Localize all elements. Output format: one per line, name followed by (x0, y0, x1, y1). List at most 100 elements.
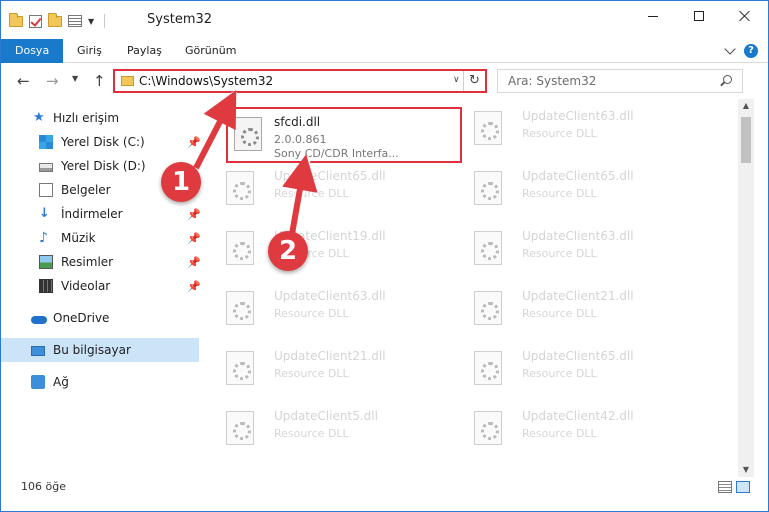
file-type: Resource DLL (522, 127, 597, 140)
file-item[interactable]: UpdateClient63.dll Resource DLL (456, 223, 696, 279)
sidebar-item-label: Videolar (61, 279, 111, 293)
address-dropdown-icon[interactable]: ∨ (453, 75, 460, 85)
sidebar-item-label: Resimler (61, 255, 114, 269)
file-type: Resource DLL (522, 367, 597, 380)
file-type: Resource DLL (522, 247, 597, 260)
refresh-icon[interactable]: ↻ (463, 71, 485, 91)
expand-ribbon-icon[interactable] (724, 43, 736, 55)
sidebar-item-network[interactable]: Ağ (1, 370, 201, 394)
drive-icon (39, 135, 53, 149)
step-2-badge: 2 (268, 231, 308, 271)
pictures-icon (39, 255, 53, 269)
sidebar-item-local-disk-c[interactable]: Yerel Disk (C:) 📌 (1, 130, 201, 154)
pin-icon[interactable]: 📌 (187, 256, 201, 269)
search-box[interactable]: Ara: System32 (497, 69, 743, 93)
dll-file-icon (226, 231, 254, 265)
dll-file-icon (474, 231, 502, 265)
file-item[interactable]: UpdateClient63.dll Resource DLL (456, 103, 696, 159)
recent-locations-icon[interactable]: ▼ (72, 74, 78, 83)
pin-icon[interactable]: 📌 (187, 280, 201, 293)
tab-home[interactable]: Giriş (65, 39, 114, 63)
pin-icon[interactable]: 📌 (187, 208, 201, 221)
cloud-icon (31, 316, 47, 324)
videos-icon (39, 279, 53, 293)
customize-toolbar-icon[interactable]: ▼ (88, 17, 94, 26)
back-arrow-icon[interactable]: ← (17, 72, 30, 90)
file-item[interactable]: UpdateClient65.dll Resource DLL (456, 163, 696, 219)
file-item[interactable]: UpdateClient19.dll Resource DLL (208, 223, 448, 279)
details-view-icon[interactable] (718, 481, 732, 493)
properties-check-icon[interactable] (29, 14, 42, 28)
tab-file[interactable]: Dosya (1, 39, 64, 63)
sidebar-item-downloads[interactable]: ↓ İndirmeler 📌 (1, 202, 201, 226)
folder-icon[interactable] (9, 12, 23, 27)
file-item[interactable]: UpdateClient65.dll Resource DLL (208, 163, 448, 219)
file-type: Resource DLL (274, 427, 349, 440)
sidebar-item-onedrive[interactable]: OneDrive (1, 306, 201, 330)
scroll-thumb[interactable] (741, 117, 751, 163)
status-bar: 106 öğe (1, 477, 768, 499)
sidebar-item-label: İndirmeler (61, 207, 123, 221)
sidebar-item-this-pc[interactable]: Bu bilgisayar (1, 338, 199, 362)
tab-view[interactable]: Görünüm (173, 39, 248, 63)
tiles-view-icon[interactable] (736, 481, 750, 493)
explorer-window: ▼ System32 Dosya Giriş Paylaş Görünüm ? … (0, 0, 769, 512)
dll-file-icon (474, 291, 502, 325)
file-name: UpdateClient21.dll (522, 289, 634, 303)
pin-icon[interactable]: 📌 (187, 232, 201, 245)
file-type: Resource DLL (274, 307, 349, 320)
file-name: UpdateClient65.dll (522, 169, 634, 183)
star-icon: ★ (33, 110, 45, 125)
file-item[interactable]: UpdateClient65.dll Resource DLL (456, 343, 696, 399)
file-item-sfcdi[interactable]: sfcdi.dll 2.0.0.861 Sony CD/CDR Interfa.… (226, 107, 462, 163)
close-button[interactable] (722, 1, 768, 31)
dll-file-icon (226, 351, 254, 385)
address-path[interactable]: C:\Windows\System32 (139, 74, 273, 88)
file-name: UpdateClient42.dll (522, 409, 634, 423)
new-folder-icon[interactable] (48, 12, 62, 27)
sidebar-item-music[interactable]: ♪ Müzik 📌 (1, 226, 201, 250)
maximize-icon (694, 11, 704, 21)
file-item[interactable]: UpdateClient5.dll Resource DLL (208, 403, 448, 459)
dll-file-icon (474, 351, 502, 385)
sidebar-item-label: Yerel Disk (C:) (61, 135, 145, 149)
file-type: Resource DLL (522, 427, 597, 440)
file-version: 2.0.0.861 (274, 133, 327, 146)
scroll-down-icon[interactable]: ▼ (738, 463, 754, 477)
file-item[interactable]: UpdateClient63.dll Resource DLL (208, 283, 448, 339)
close-icon (739, 10, 751, 22)
sidebar-item-label: Yerel Disk (D:) (61, 159, 146, 173)
maximize-button[interactable] (676, 1, 722, 31)
step-1-badge: 1 (161, 162, 201, 202)
search-icon[interactable] (723, 75, 732, 84)
view-options-icon[interactable] (68, 15, 82, 27)
dll-file-icon (226, 411, 254, 445)
file-type: Resource DLL (274, 187, 349, 200)
dll-file-icon (234, 117, 262, 151)
help-icon[interactable]: ? (744, 44, 758, 58)
sidebar-item-label: Müzik (61, 231, 96, 245)
sidebar-item-videos[interactable]: Videolar 📌 (1, 274, 201, 298)
sidebar-item-pictures[interactable]: Resimler 📌 (1, 250, 201, 274)
file-list: sfcdi.dll 2.0.0.861 Sony CD/CDR Interfa.… (208, 99, 738, 477)
tab-share[interactable]: Paylaş (115, 39, 174, 63)
window-controls (630, 1, 768, 31)
file-name: UpdateClient5.dll (274, 409, 378, 423)
file-item[interactable]: UpdateClient21.dll Resource DLL (456, 283, 696, 339)
item-count: 106 öğe (21, 480, 66, 493)
sidebar-item-label: Hızlı erişim (53, 111, 120, 125)
scroll-up-icon[interactable]: ▲ (738, 99, 754, 113)
minimize-button[interactable] (630, 1, 676, 31)
forward-arrow-icon[interactable]: → (46, 72, 59, 90)
file-item[interactable]: UpdateClient21.dll Resource DLL (208, 343, 448, 399)
vertical-scrollbar[interactable]: ▲ ▼ (738, 99, 754, 477)
sidebar-item-quick-access[interactable]: ★ Hızlı erişim (1, 106, 201, 130)
up-arrow-icon[interactable]: ↑ (93, 72, 106, 90)
address-bar[interactable]: C:\Windows\System32 ∨ ↻ (113, 69, 487, 93)
file-item[interactable]: UpdateClient42.dll Resource DLL (456, 403, 696, 459)
sidebar-item-label: Ağ (53, 375, 69, 389)
window-title: System32 (147, 12, 213, 27)
pin-icon[interactable]: 📌 (187, 136, 201, 149)
network-icon (31, 375, 45, 389)
search-input[interactable]: Ara: System32 (508, 74, 596, 88)
